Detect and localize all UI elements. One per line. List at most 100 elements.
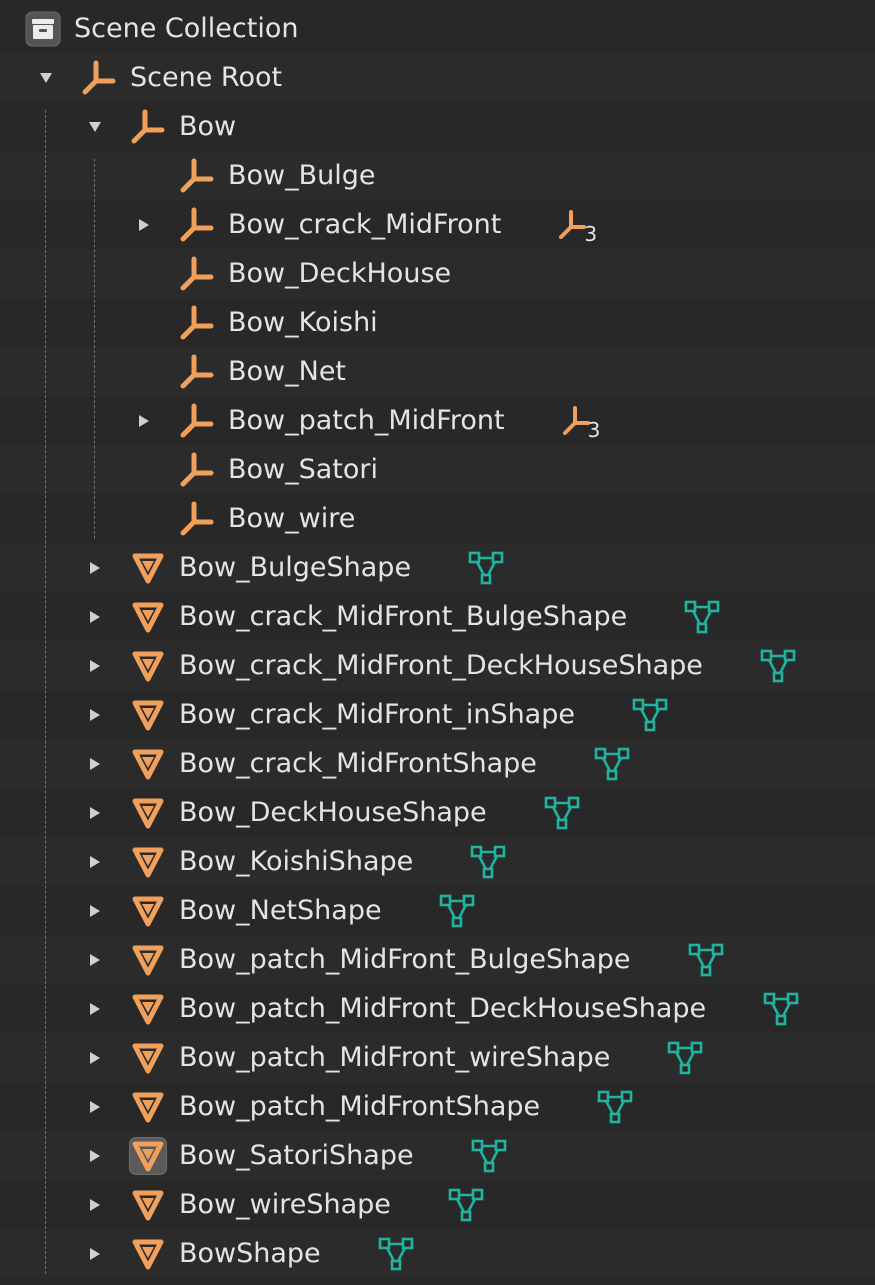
mesh-object-icon[interactable]	[129, 1186, 167, 1224]
empty-icon[interactable]	[178, 451, 216, 489]
mesh-data-icon[interactable]	[593, 739, 631, 788]
row-label[interactable]: Bow_DeckHouseShape	[179, 788, 487, 837]
collapse-arrow-icon[interactable]	[83, 1229, 107, 1278]
row-label[interactable]: Bow_KoishiShape	[179, 837, 413, 886]
collapse-arrow-icon[interactable]	[83, 1131, 107, 1180]
outliner-row-bow-satorishape[interactable]: Bow_SatoriShape	[0, 1131, 875, 1180]
empty-icon[interactable]	[178, 157, 216, 195]
empty-icon[interactable]	[178, 255, 216, 293]
mesh-data-icon[interactable]	[438, 886, 476, 935]
collapse-arrow-icon[interactable]	[83, 1180, 107, 1229]
empty-icon[interactable]	[178, 304, 216, 342]
outliner-row-bow-crack-midfront-inshape[interactable]: Bow_crack_MidFront_inShape	[0, 690, 875, 739]
collapse-arrow-icon[interactable]	[83, 1033, 107, 1082]
outliner-row-bow-bulgeshape[interactable]: Bow_BulgeShape	[0, 543, 875, 592]
mesh-object-icon[interactable]	[129, 647, 167, 685]
row-label[interactable]: Bow_crack_MidFront	[228, 200, 501, 249]
outliner-row-bow-patch-midfront-wireshape[interactable]: Bow_patch_MidFront_wireShape	[0, 1033, 875, 1082]
expand-arrow-icon[interactable]	[83, 102, 107, 151]
outliner-row-bow-koishishape[interactable]: Bow_KoishiShape	[0, 837, 875, 886]
empty-icon[interactable]	[80, 59, 118, 97]
row-label[interactable]: Bow	[179, 102, 236, 151]
outliner-row-bowshape[interactable]: BowShape	[0, 1229, 875, 1278]
mesh-object-icon[interactable]	[129, 549, 167, 587]
mesh-object-icon[interactable]	[129, 843, 167, 881]
collapse-arrow-icon[interactable]	[83, 739, 107, 788]
mesh-data-icon[interactable]	[377, 1229, 415, 1278]
outliner-row-bow-wire[interactable]: Bow_wire	[0, 494, 875, 543]
mesh-object-icon[interactable]	[129, 892, 167, 930]
expand-arrow-icon[interactable]	[34, 53, 58, 102]
collection-icon[interactable]	[24, 10, 62, 48]
outliner-row-scene-root[interactable]: Scene Root	[0, 53, 875, 102]
mesh-data-icon[interactable]	[543, 788, 581, 837]
empty-icon[interactable]	[178, 500, 216, 538]
row-label[interactable]: Bow_BulgeShape	[179, 543, 411, 592]
outliner-row-bow[interactable]: Bow	[0, 102, 875, 151]
collapse-arrow-icon[interactable]	[83, 837, 107, 886]
collapse-arrow-icon[interactable]	[83, 984, 107, 1033]
collapse-arrow-icon[interactable]	[83, 935, 107, 984]
outliner-row-bow-deckhouse[interactable]: Bow_DeckHouse	[0, 249, 875, 298]
collapse-arrow-icon[interactable]	[83, 886, 107, 935]
outliner-row-bow-patch-midfront-bulgeshape[interactable]: Bow_patch_MidFront_BulgeShape	[0, 935, 875, 984]
collapse-arrow-icon[interactable]	[83, 690, 107, 739]
mesh-data-icon[interactable]	[470, 1131, 508, 1180]
row-label[interactable]: Bow_Net	[228, 347, 346, 396]
row-label[interactable]: Bow_Bulge	[228, 151, 376, 200]
collapse-arrow-icon[interactable]	[83, 788, 107, 837]
empty-icon[interactable]	[178, 206, 216, 244]
collapse-arrow-icon[interactable]	[83, 1082, 107, 1131]
mesh-data-icon[interactable]	[762, 984, 800, 1033]
row-label[interactable]: Scene Collection	[74, 4, 298, 53]
mesh-data-icon[interactable]	[631, 690, 669, 739]
outliner-row-bow-crack-midfront-deckhouseshape[interactable]: Bow_crack_MidFront_DeckHouseShape	[0, 641, 875, 690]
empty-icon[interactable]	[178, 402, 216, 440]
row-label[interactable]: Bow_Koishi	[228, 298, 378, 347]
outliner-row-bow-patch-midfront-deckhouseshape[interactable]: Bow_patch_MidFront_DeckHouseShape	[0, 984, 875, 1033]
row-label[interactable]: Bow_crack_MidFront_BulgeShape	[179, 592, 627, 641]
row-label[interactable]: Bow_patch_MidFront_BulgeShape	[179, 935, 631, 984]
mesh-data-icon[interactable]	[666, 1033, 704, 1082]
outliner-row-bow-patch-midfront[interactable]: Bow_patch_MidFront 3	[0, 396, 875, 445]
mesh-data-icon[interactable]	[447, 1180, 485, 1229]
mesh-data-icon[interactable]	[683, 592, 721, 641]
mesh-object-icon[interactable]	[129, 745, 167, 783]
outliner-row-bow-deckhouseshape[interactable]: Bow_DeckHouseShape	[0, 788, 875, 837]
outliner-row-bow-patch-midfrontshape[interactable]: Bow_patch_MidFrontShape	[0, 1082, 875, 1131]
row-label[interactable]: Bow_crack_MidFront_DeckHouseShape	[179, 641, 703, 690]
row-label[interactable]: Bow_patch_MidFront_wireShape	[179, 1033, 610, 1082]
outliner-row-bow-koishi[interactable]: Bow_Koishi	[0, 298, 875, 347]
mesh-object-icon[interactable]	[129, 990, 167, 1028]
outliner-row-bow-crack-midfrontshape[interactable]: Bow_crack_MidFrontShape	[0, 739, 875, 788]
mesh-object-icon[interactable]	[129, 1137, 167, 1175]
empty-icon[interactable]	[178, 353, 216, 391]
row-label[interactable]: Bow_wireShape	[179, 1180, 391, 1229]
outliner-row-bow-wireshape[interactable]: Bow_wireShape	[0, 1180, 875, 1229]
collapse-arrow-icon[interactable]	[132, 200, 156, 249]
outliner-row-bow-netshape[interactable]: Bow_NetShape	[0, 886, 875, 935]
outliner-row-scene-collection[interactable]: Scene Collection	[0, 4, 875, 53]
outliner-row-bow-crack-midfront-bulgeshape[interactable]: Bow_crack_MidFront_BulgeShape	[0, 592, 875, 641]
collapse-arrow-icon[interactable]	[132, 396, 156, 445]
empty-icon[interactable]	[129, 108, 167, 146]
mesh-data-icon[interactable]	[687, 935, 725, 984]
row-label[interactable]: Scene Root	[130, 53, 282, 102]
row-label[interactable]: Bow_crack_MidFrontShape	[179, 739, 537, 788]
mesh-object-icon[interactable]	[129, 1039, 167, 1077]
row-label[interactable]: Bow_wire	[228, 494, 355, 543]
mesh-object-icon[interactable]	[129, 1235, 167, 1273]
outliner-row-bow-bulge[interactable]: Bow_Bulge	[0, 151, 875, 200]
row-label[interactable]: Bow_crack_MidFront_inShape	[179, 690, 575, 739]
outliner-row-bow-satori[interactable]: Bow_Satori	[0, 445, 875, 494]
mesh-object-icon[interactable]	[129, 794, 167, 832]
row-label[interactable]: BowShape	[179, 1229, 321, 1278]
mesh-data-icon[interactable]	[759, 641, 797, 690]
collapse-arrow-icon[interactable]	[83, 592, 107, 641]
row-label[interactable]: Bow_NetShape	[179, 886, 382, 935]
mesh-object-icon[interactable]	[129, 598, 167, 636]
mesh-data-icon[interactable]	[596, 1082, 634, 1131]
children-empty-icon[interactable]: 3	[561, 396, 600, 445]
collapse-arrow-icon[interactable]	[83, 543, 107, 592]
row-label[interactable]: Bow_patch_MidFront_DeckHouseShape	[179, 984, 706, 1033]
